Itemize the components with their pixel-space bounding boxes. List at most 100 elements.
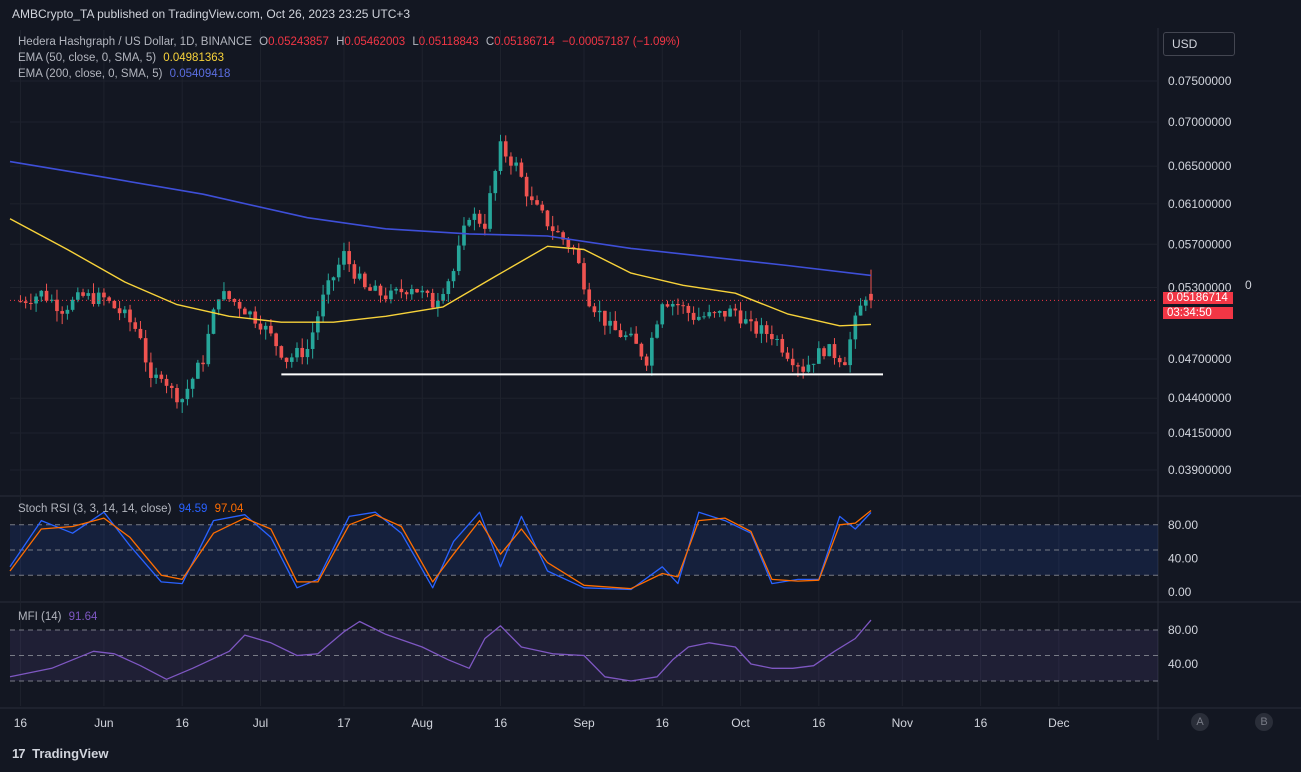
legend-ema50: EMA (50, close, 0, SMA, 5) 0.04981363 bbox=[18, 50, 224, 66]
candle-body bbox=[91, 293, 96, 305]
candle-body bbox=[347, 251, 352, 265]
candle-body bbox=[117, 308, 122, 314]
candle-body bbox=[519, 162, 524, 177]
candle bbox=[571, 244, 576, 255]
candle-body bbox=[446, 281, 451, 295]
price-axis: 0.07500000 0.07000000 0.06500000 0.06100000… bbox=[1168, 74, 1232, 671]
candle bbox=[206, 324, 211, 367]
price-tick-label: 0.04700000 bbox=[1168, 352, 1232, 366]
time-tick-label: 16 bbox=[494, 716, 508, 730]
candle-body bbox=[717, 310, 722, 313]
candle bbox=[55, 289, 59, 322]
candle bbox=[44, 283, 49, 303]
countdown-tag: 03:34:50 bbox=[1163, 307, 1233, 320]
candle-body bbox=[55, 299, 59, 312]
candle-body bbox=[582, 263, 586, 290]
candle-body bbox=[289, 357, 294, 362]
chart-canvas[interactable]: 0.07500000 0.07000000 0.06500000 0.06100000… bbox=[0, 0, 1301, 772]
candle-body bbox=[712, 312, 717, 314]
candle bbox=[509, 152, 513, 175]
price-tick-label: 0.03900000 bbox=[1168, 463, 1232, 477]
candle-body bbox=[373, 285, 378, 291]
candle-body bbox=[169, 385, 174, 389]
candle bbox=[519, 158, 524, 178]
candle-body bbox=[477, 213, 482, 224]
candle-body bbox=[759, 325, 764, 334]
candle bbox=[655, 320, 659, 339]
candle bbox=[368, 283, 372, 291]
candle-body bbox=[462, 225, 466, 246]
time-tick-label: Sep bbox=[573, 716, 595, 730]
candle-body bbox=[749, 319, 753, 322]
candle-body bbox=[269, 325, 273, 334]
mfi-tick-label: 40.00 bbox=[1168, 657, 1198, 671]
candle-body bbox=[509, 156, 513, 166]
time-tick-label: Jul bbox=[253, 716, 268, 730]
candle bbox=[529, 186, 534, 205]
candle bbox=[503, 135, 508, 163]
legend-stoch-d: 97.04 bbox=[214, 503, 244, 515]
candle-body bbox=[404, 292, 409, 295]
candle-body bbox=[321, 294, 325, 317]
candle bbox=[618, 323, 623, 338]
candle bbox=[310, 322, 315, 359]
candle-body bbox=[743, 319, 748, 324]
legend-main: Hedera Hashgraph / US Dollar, 1D, BINANC… bbox=[18, 34, 680, 50]
candle-body bbox=[248, 311, 252, 315]
candle-body bbox=[483, 223, 487, 229]
candle-body bbox=[623, 335, 628, 338]
candle bbox=[23, 296, 28, 309]
candle bbox=[133, 317, 138, 332]
candle-body bbox=[707, 312, 712, 317]
candle bbox=[60, 306, 65, 325]
candle bbox=[811, 363, 816, 373]
candle bbox=[467, 217, 472, 228]
candle-body bbox=[608, 320, 612, 326]
candle bbox=[154, 367, 158, 384]
candle bbox=[498, 134, 503, 175]
candle bbox=[185, 379, 190, 406]
candle-body bbox=[634, 333, 639, 344]
auto-scale-button[interactable]: A bbox=[1191, 713, 1209, 731]
candle-body bbox=[775, 338, 779, 340]
candle-body bbox=[597, 310, 602, 313]
candle bbox=[164, 374, 169, 394]
candle-body bbox=[112, 300, 117, 309]
candle bbox=[827, 343, 832, 357]
candle bbox=[216, 299, 221, 316]
legend-symbol: Hedera Hashgraph / US Dollar, 1D, BINANC… bbox=[18, 36, 252, 48]
candle-body bbox=[206, 333, 211, 365]
legend-close: 0.05186714 bbox=[494, 36, 555, 48]
candle bbox=[691, 306, 696, 325]
candle-body bbox=[696, 316, 701, 320]
candle bbox=[70, 296, 75, 312]
candle-body bbox=[738, 310, 743, 324]
candle bbox=[806, 355, 811, 373]
candle-body bbox=[76, 292, 80, 300]
candle bbox=[749, 310, 753, 332]
tradingview-logo-icon: 17 bbox=[12, 746, 26, 761]
candle-body bbox=[378, 285, 383, 296]
candle-body bbox=[436, 300, 440, 308]
candle-body bbox=[60, 311, 65, 314]
candle-body bbox=[201, 362, 205, 365]
candle bbox=[582, 257, 586, 295]
candle-body bbox=[383, 295, 388, 300]
candle bbox=[222, 282, 226, 301]
candle bbox=[717, 310, 722, 318]
b-button[interactable]: B bbox=[1255, 713, 1273, 731]
candle bbox=[629, 327, 633, 337]
price-tick-label: 0.06100000 bbox=[1168, 197, 1232, 211]
candle bbox=[289, 353, 294, 368]
candle-body bbox=[368, 287, 372, 291]
currency-button[interactable]: USD bbox=[1163, 32, 1235, 56]
candle-body bbox=[686, 305, 691, 313]
ema200-line bbox=[9, 160, 872, 277]
candle-body bbox=[754, 321, 759, 334]
candle bbox=[352, 260, 357, 284]
candle bbox=[733, 303, 738, 317]
candle bbox=[696, 307, 701, 322]
candle bbox=[712, 311, 717, 318]
candle-body bbox=[175, 388, 179, 403]
candle-body bbox=[665, 304, 670, 307]
